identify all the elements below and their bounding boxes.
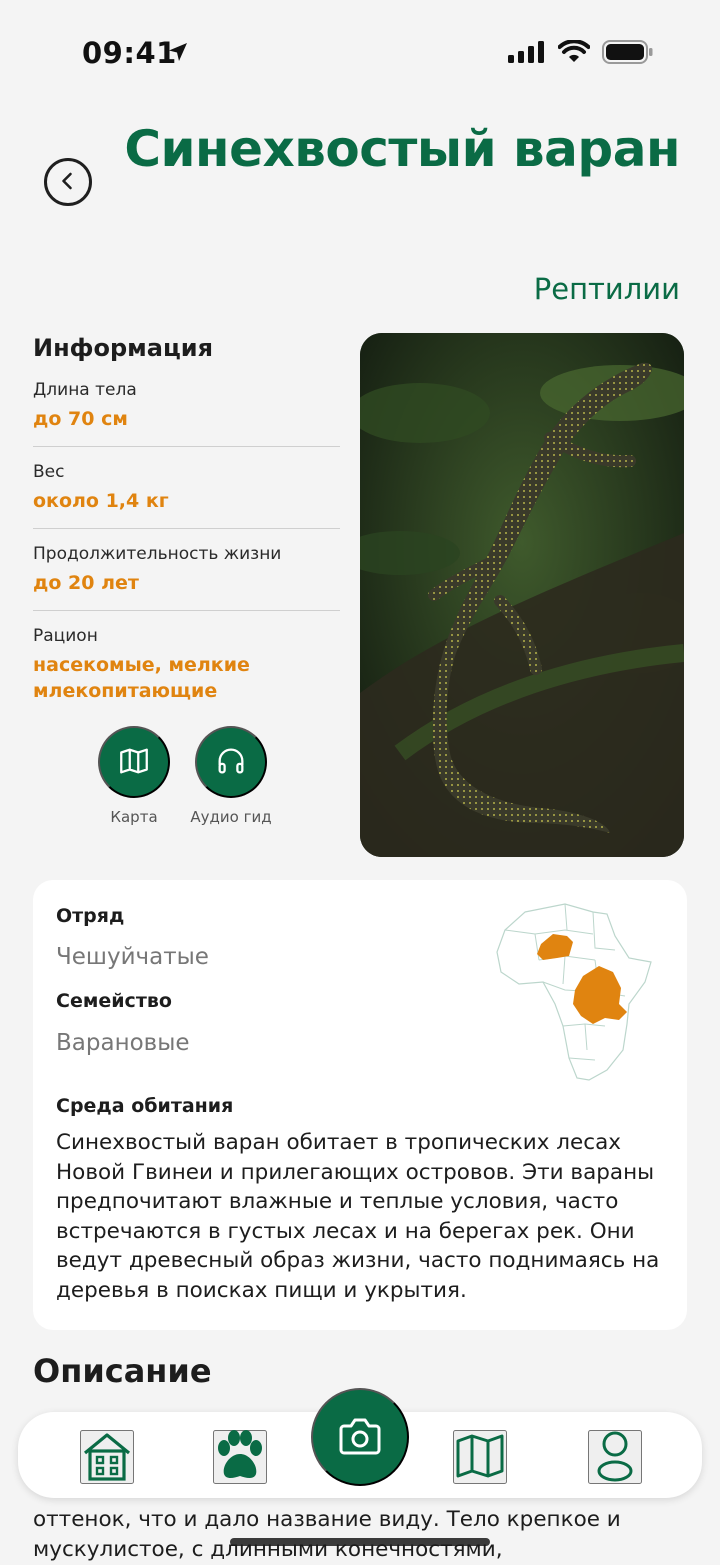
audio-guide-label: Аудио гид <box>190 808 272 826</box>
tab-animals[interactable] <box>212 1429 268 1485</box>
africa-range-map <box>496 903 652 1081</box>
info-heading: Информация <box>33 334 213 362</box>
map-button[interactable] <box>98 726 170 798</box>
info-label: Рацион <box>33 626 98 646</box>
info-value: до 20 лет <box>33 572 139 594</box>
info-label: Длина тела <box>33 380 137 400</box>
info-item-diet: Рацион насекомые, мелкие млекопитающие <box>33 624 273 704</box>
map-icon <box>455 1433 505 1482</box>
map-button-label: Карта <box>110 808 158 826</box>
info-label: Продолжительность жизни <box>33 544 282 564</box>
description-heading: Описание <box>33 1352 212 1390</box>
location-arrow-icon <box>166 40 190 68</box>
chevron-left-icon <box>57 170 79 195</box>
info-item-length: Длина тела до 70 см <box>33 378 340 432</box>
family-label: Семейство <box>56 990 172 1012</box>
habitat-label: Среда обитания <box>56 1095 234 1117</box>
info-value: до 70 см <box>33 408 128 430</box>
tab-home[interactable] <box>80 1430 134 1484</box>
signal-icon <box>508 41 546 67</box>
map-icon <box>117 744 151 781</box>
audio-guide-button[interactable] <box>195 726 267 798</box>
classification-card: Отряд Чешуйчатые Семейство Варановые Сре… <box>33 880 687 1330</box>
info-value: насекомые, мелкие млекопитающие <box>33 654 250 702</box>
camera-button[interactable] <box>311 1388 409 1486</box>
tab-map[interactable] <box>453 1430 507 1484</box>
habitat-text: Синехвостый варан обитает в тропических … <box>56 1130 660 1303</box>
paw-icon <box>212 1429 268 1485</box>
page-title: Синехвостый варан <box>124 120 680 178</box>
animal-photo <box>360 333 684 857</box>
description-text: оттенок, что и дало название виду. Тело … <box>33 1507 621 1562</box>
camera-icon <box>338 1416 382 1459</box>
order-value: Чешуйчатые <box>56 944 209 970</box>
info-item-weight: Вес около 1,4 кг <box>33 460 340 514</box>
wifi-icon <box>557 39 591 68</box>
family-value: Варановые <box>56 1030 190 1056</box>
divider <box>33 446 340 447</box>
divider <box>33 610 340 611</box>
info-item-lifespan: Продолжительность жизни до 20 лет <box>33 542 340 596</box>
home-indicator <box>230 1538 490 1546</box>
headphones-icon <box>214 744 248 781</box>
info-label: Вес <box>33 462 65 482</box>
profile-icon <box>595 1430 635 1485</box>
class-subtitle: Рептилии <box>533 272 680 306</box>
battery-icon <box>602 40 654 68</box>
back-button[interactable] <box>44 158 92 206</box>
home-icon <box>81 1431 133 1484</box>
status-bar: 09:41 <box>0 0 720 100</box>
divider <box>33 528 340 529</box>
status-icons <box>508 39 654 68</box>
order-label: Отряд <box>56 905 125 927</box>
tab-profile[interactable] <box>588 1430 642 1484</box>
info-value: около 1,4 кг <box>33 490 169 512</box>
status-time: 09:41 <box>82 36 177 70</box>
